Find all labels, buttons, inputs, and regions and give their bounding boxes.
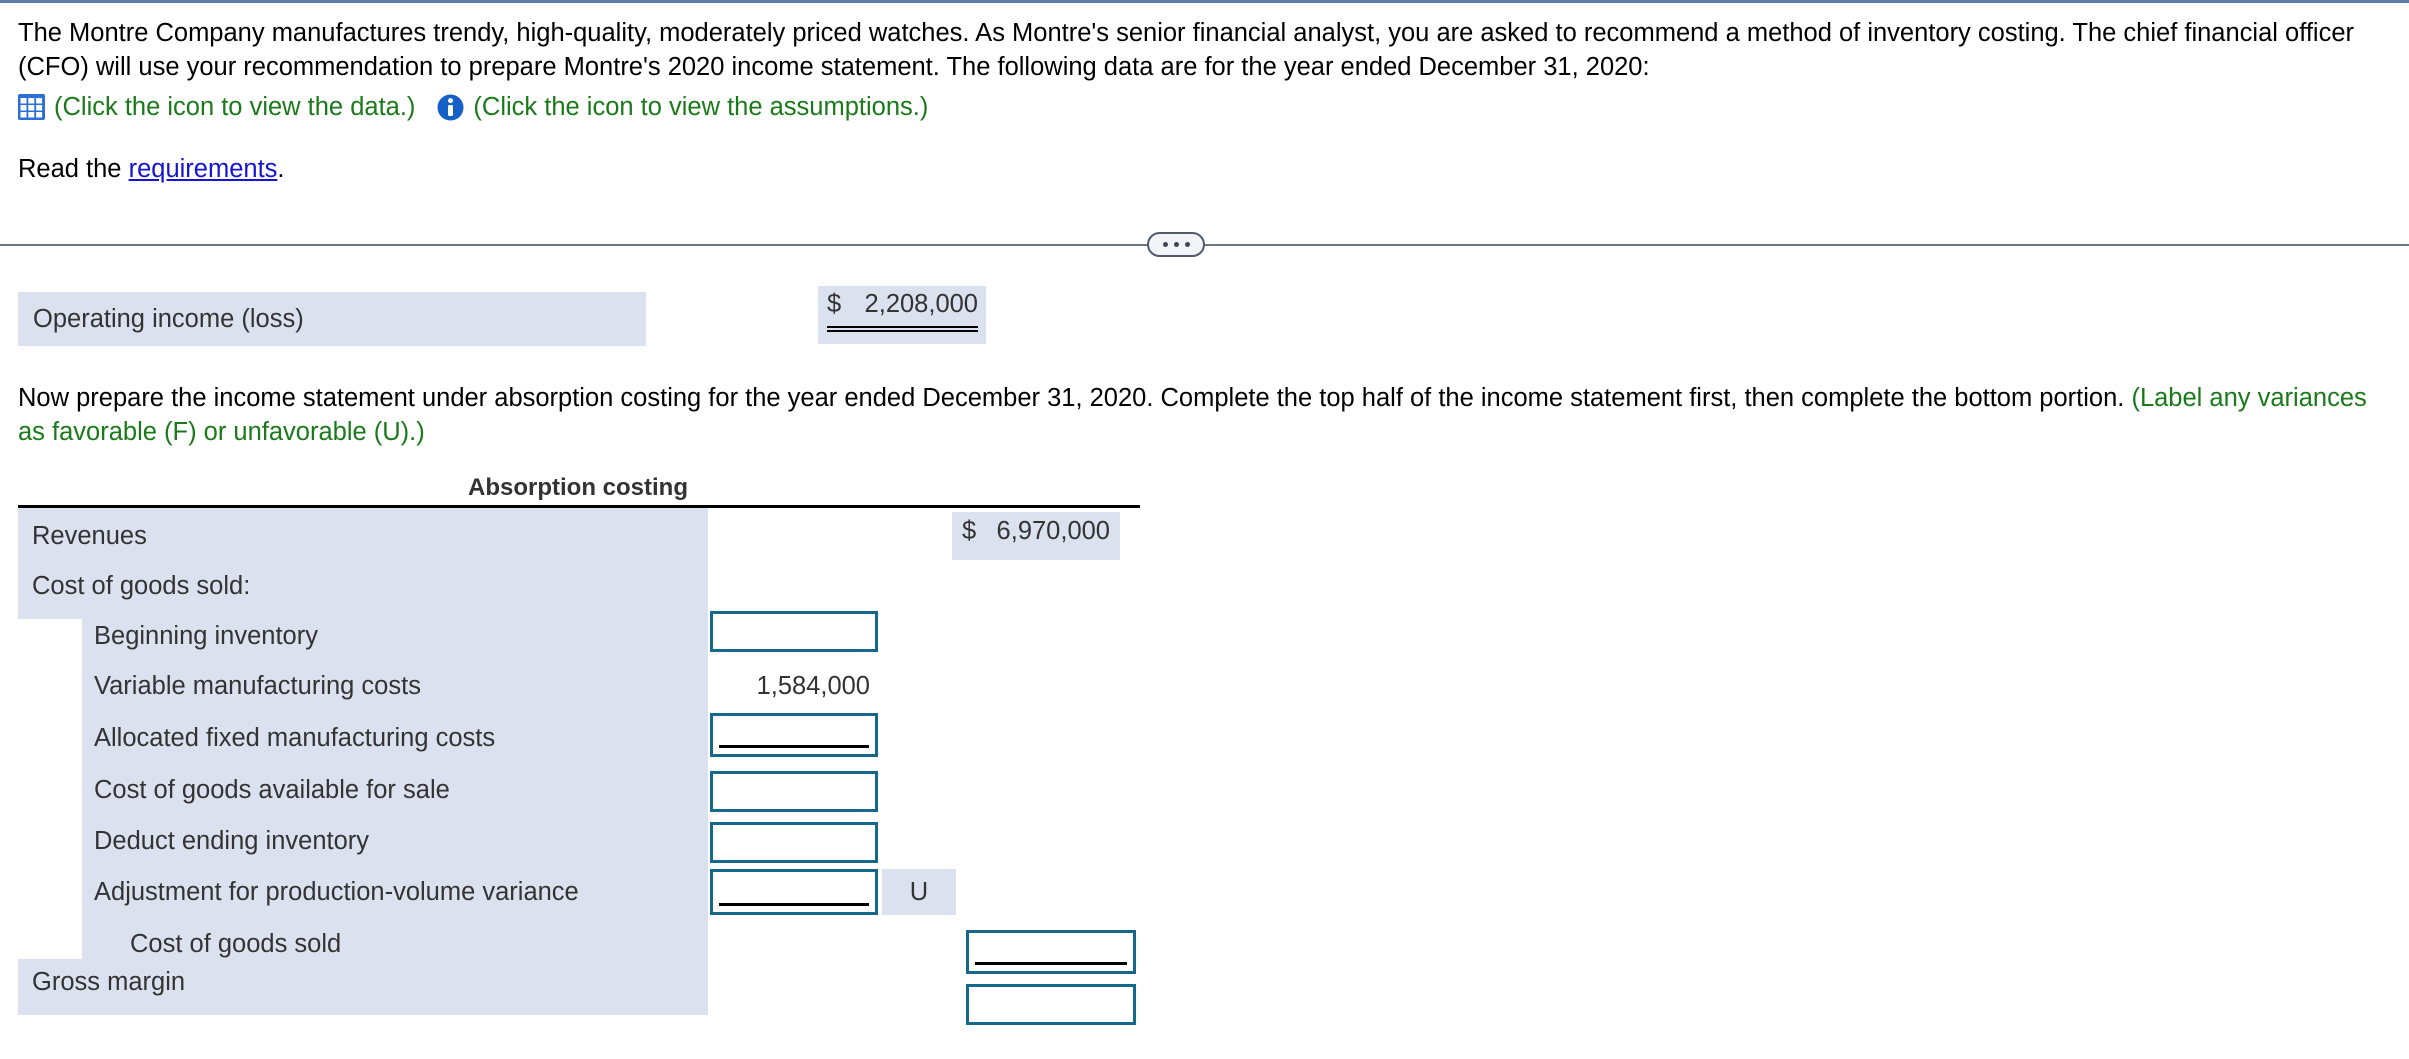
table-title: Absorption costing [468, 474, 688, 501]
dot-2 [1173, 242, 1179, 247]
row-label-cogs-available: Cost of goods available for sale [94, 776, 450, 804]
dot-3 [1184, 242, 1190, 247]
input-cost-of-goods-sold[interactable] [966, 930, 1136, 974]
requirements-link[interactable]: requirements [129, 155, 278, 183]
variance-flag-cell[interactable]: U [882, 869, 956, 915]
instruction-paragraph: Now prepare the income statement under a… [18, 381, 2388, 449]
input-deduct-ending-inventory[interactable] [710, 822, 878, 863]
row-label-pv-variance: Adjustment for production-volume varianc… [94, 878, 579, 906]
row-label-deduct-ending-inventory: Deduct ending inventory [94, 827, 370, 855]
revenues-amount: 6,970,000 [996, 517, 1110, 545]
subtotal-rule [719, 745, 869, 748]
view-data-link[interactable]: (Click the icon to view the data.) [54, 90, 415, 124]
row-label-cogs-header: Cost of goods sold: [32, 572, 251, 600]
dot-1 [1162, 242, 1168, 247]
read-suffix: . [277, 155, 285, 183]
row-label-gross-margin: Gross margin [32, 968, 186, 996]
ellipsis-handle-icon[interactable] [1147, 232, 1205, 257]
problem-statement: The Montre Company manufactures trendy, … [18, 19, 2354, 81]
read-requirements-line: Read the requirements. [18, 152, 285, 186]
grid-icon[interactable] [18, 94, 45, 120]
revenues-value-cell: $ 6,970,000 [952, 512, 1120, 560]
operating-income-currency: $ [827, 290, 842, 318]
info-icon[interactable] [437, 94, 464, 121]
subtotal-rule [719, 903, 869, 906]
input-allocated-fixed-mfg-costs[interactable] [710, 713, 878, 757]
row-label-cost-of-goods-sold: Cost of goods sold [130, 930, 342, 958]
subtotal-rule [975, 962, 1127, 965]
instruction-black: Now prepare the income statement under a… [18, 384, 2132, 412]
read-prefix: Read the [18, 155, 129, 183]
revenues-currency: $ [962, 517, 977, 545]
operating-income-label: Operating income (loss) [18, 292, 646, 346]
input-beginning-inventory[interactable] [710, 611, 878, 652]
row-label-allocated-fixed-mfg-costs: Allocated fixed manufacturing costs [94, 724, 496, 752]
double-underline [827, 326, 978, 332]
worksheet-page: The Montre Company manufactures trendy, … [0, 0, 2409, 1059]
top-accent-line [0, 0, 2409, 3]
row-label-variable-mfg-costs: Variable manufacturing costs [94, 672, 421, 700]
input-pv-variance[interactable] [710, 869, 878, 915]
value-variable-mfg-costs: 1,584,000 [756, 672, 870, 700]
row-label-revenues: Revenues [32, 522, 147, 550]
input-gross-margin[interactable] [966, 984, 1136, 1025]
view-assumptions-link[interactable]: (Click the icon to view the assumptions.… [473, 90, 928, 124]
input-cogs-available[interactable] [710, 771, 878, 812]
row-label-beginning-inventory: Beginning inventory [94, 622, 318, 650]
icon-links-row: (Click the icon to view the data.) (Clic… [18, 90, 928, 124]
operating-income-amount: 2,208,000 [864, 290, 978, 318]
operating-income-value-cell: $ 2,208,000 [818, 286, 986, 344]
